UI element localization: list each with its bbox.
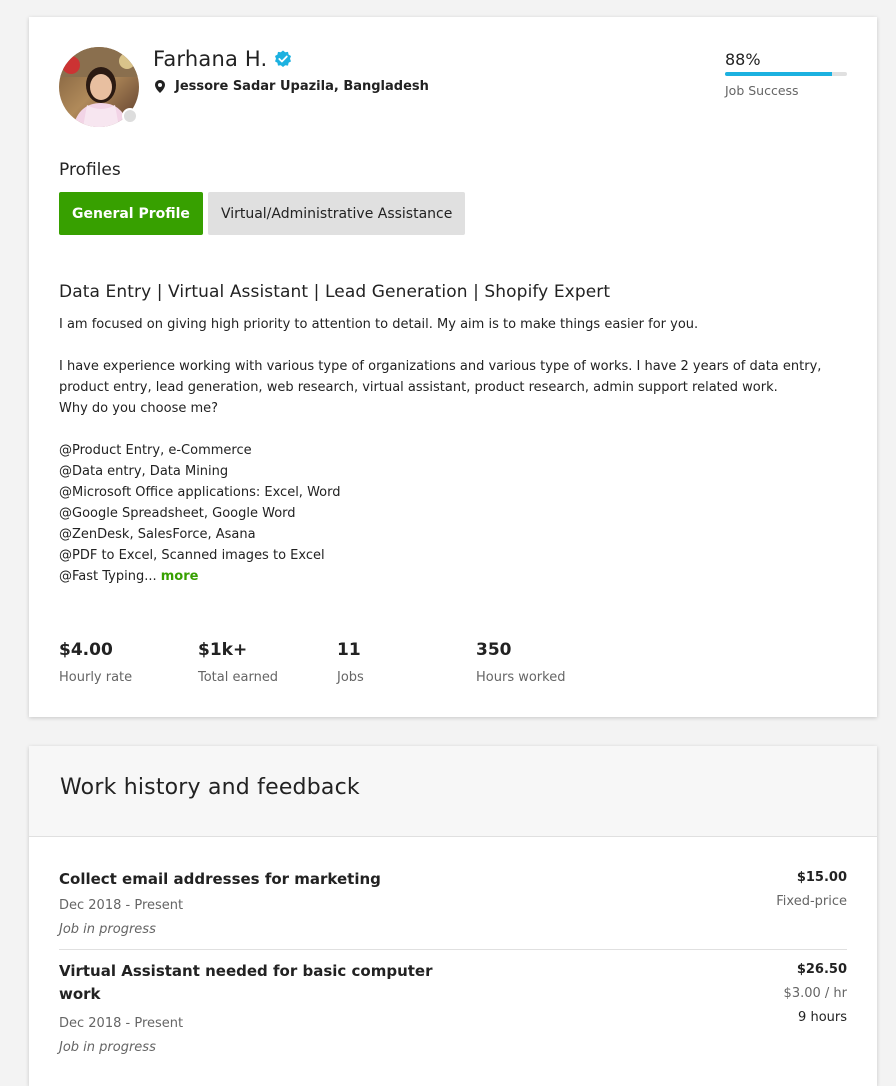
stat-total-earned: $1k+ Total earned: [198, 640, 337, 685]
stat-value: $4.00: [59, 640, 113, 660]
freelancer-name: Farhana H.: [153, 47, 268, 71]
job-success-bar: [725, 72, 847, 76]
stat-hourly-rate: $4.00 Hourly rate: [59, 640, 198, 685]
stat-value: 350: [476, 640, 512, 660]
stat-value: 11: [337, 640, 361, 660]
job-dates: Dec 2018 - Present: [59, 1016, 184, 1031]
tab-general-profile[interactable]: General Profile: [59, 192, 203, 235]
profile-card: Farhana H. Jessore Sadar Upazila, Bangla…: [29, 17, 877, 717]
profile-overview: I am focused on giving high priority to …: [59, 314, 829, 587]
job-status: Job in progress: [59, 922, 156, 937]
work-history-card: Work history and feedback Collect email …: [29, 746, 877, 1086]
stats-row: $4.00 Hourly rate $1k+ Total earned 11 J…: [59, 640, 615, 685]
job-success-label: Job Success: [725, 83, 799, 98]
stat-label: Hours worked: [476, 670, 566, 685]
stat-value: $1k+: [198, 640, 248, 660]
location-row: Jessore Sadar Upazila, Bangladesh: [155, 79, 429, 94]
stat-label: Hourly rate: [59, 670, 133, 685]
overview-text: I am focused on giving high priority to …: [59, 317, 822, 584]
profile-tabs: General Profile Virtual/Administrative A…: [59, 192, 466, 235]
tab-virtual-administrative-assistance[interactable]: Virtual/Administrative Assistance: [207, 192, 466, 235]
profile-headline: Data Entry | Virtual Assistant | Lead Ge…: [59, 282, 611, 302]
job-dates: Dec 2018 - Present: [59, 898, 184, 913]
work-history-header: Work history and feedback: [29, 746, 877, 837]
job-price-block: $26.50 $3.00 / hr 9 hours: [784, 962, 847, 1025]
job-item[interactable]: Collect email addresses for marketing De…: [59, 868, 847, 950]
more-link[interactable]: more: [161, 569, 199, 584]
stat-jobs: 11 Jobs: [337, 640, 476, 685]
stat-hours-worked: 350 Hours worked: [476, 640, 615, 685]
job-title[interactable]: Collect email addresses for marketing: [59, 868, 439, 891]
job-price-block: $15.00 Fixed-price: [776, 870, 847, 909]
job-amount: $26.50: [796, 962, 847, 977]
job-status: Job in progress: [59, 1040, 156, 1055]
name-row: Farhana H.: [153, 47, 292, 71]
job-rate: $3.00 / hr: [783, 986, 847, 1001]
job-title[interactable]: Virtual Assistant needed for basic compu…: [59, 960, 439, 1006]
job-success-score: 88% Job Success: [725, 50, 847, 98]
verified-badge-icon: [274, 50, 292, 68]
location-text: Jessore Sadar Upazila, Bangladesh: [175, 79, 429, 94]
job-success-value: 88%: [725, 50, 761, 69]
job-type: Fixed-price: [776, 894, 847, 909]
profiles-title: Profiles: [59, 160, 121, 180]
job-hours: 9 hours: [798, 1010, 847, 1025]
job-success-bar-fill: [725, 72, 833, 76]
job-amount: $15.00: [796, 870, 847, 885]
job-item[interactable]: Virtual Assistant needed for basic compu…: [59, 949, 847, 1069]
work-history-title: Work history and feedback: [60, 775, 360, 800]
map-pin-icon: [155, 80, 165, 93]
stat-label: Jobs: [337, 670, 364, 685]
online-status-dot: [122, 108, 138, 124]
stat-label: Total earned: [198, 670, 279, 685]
